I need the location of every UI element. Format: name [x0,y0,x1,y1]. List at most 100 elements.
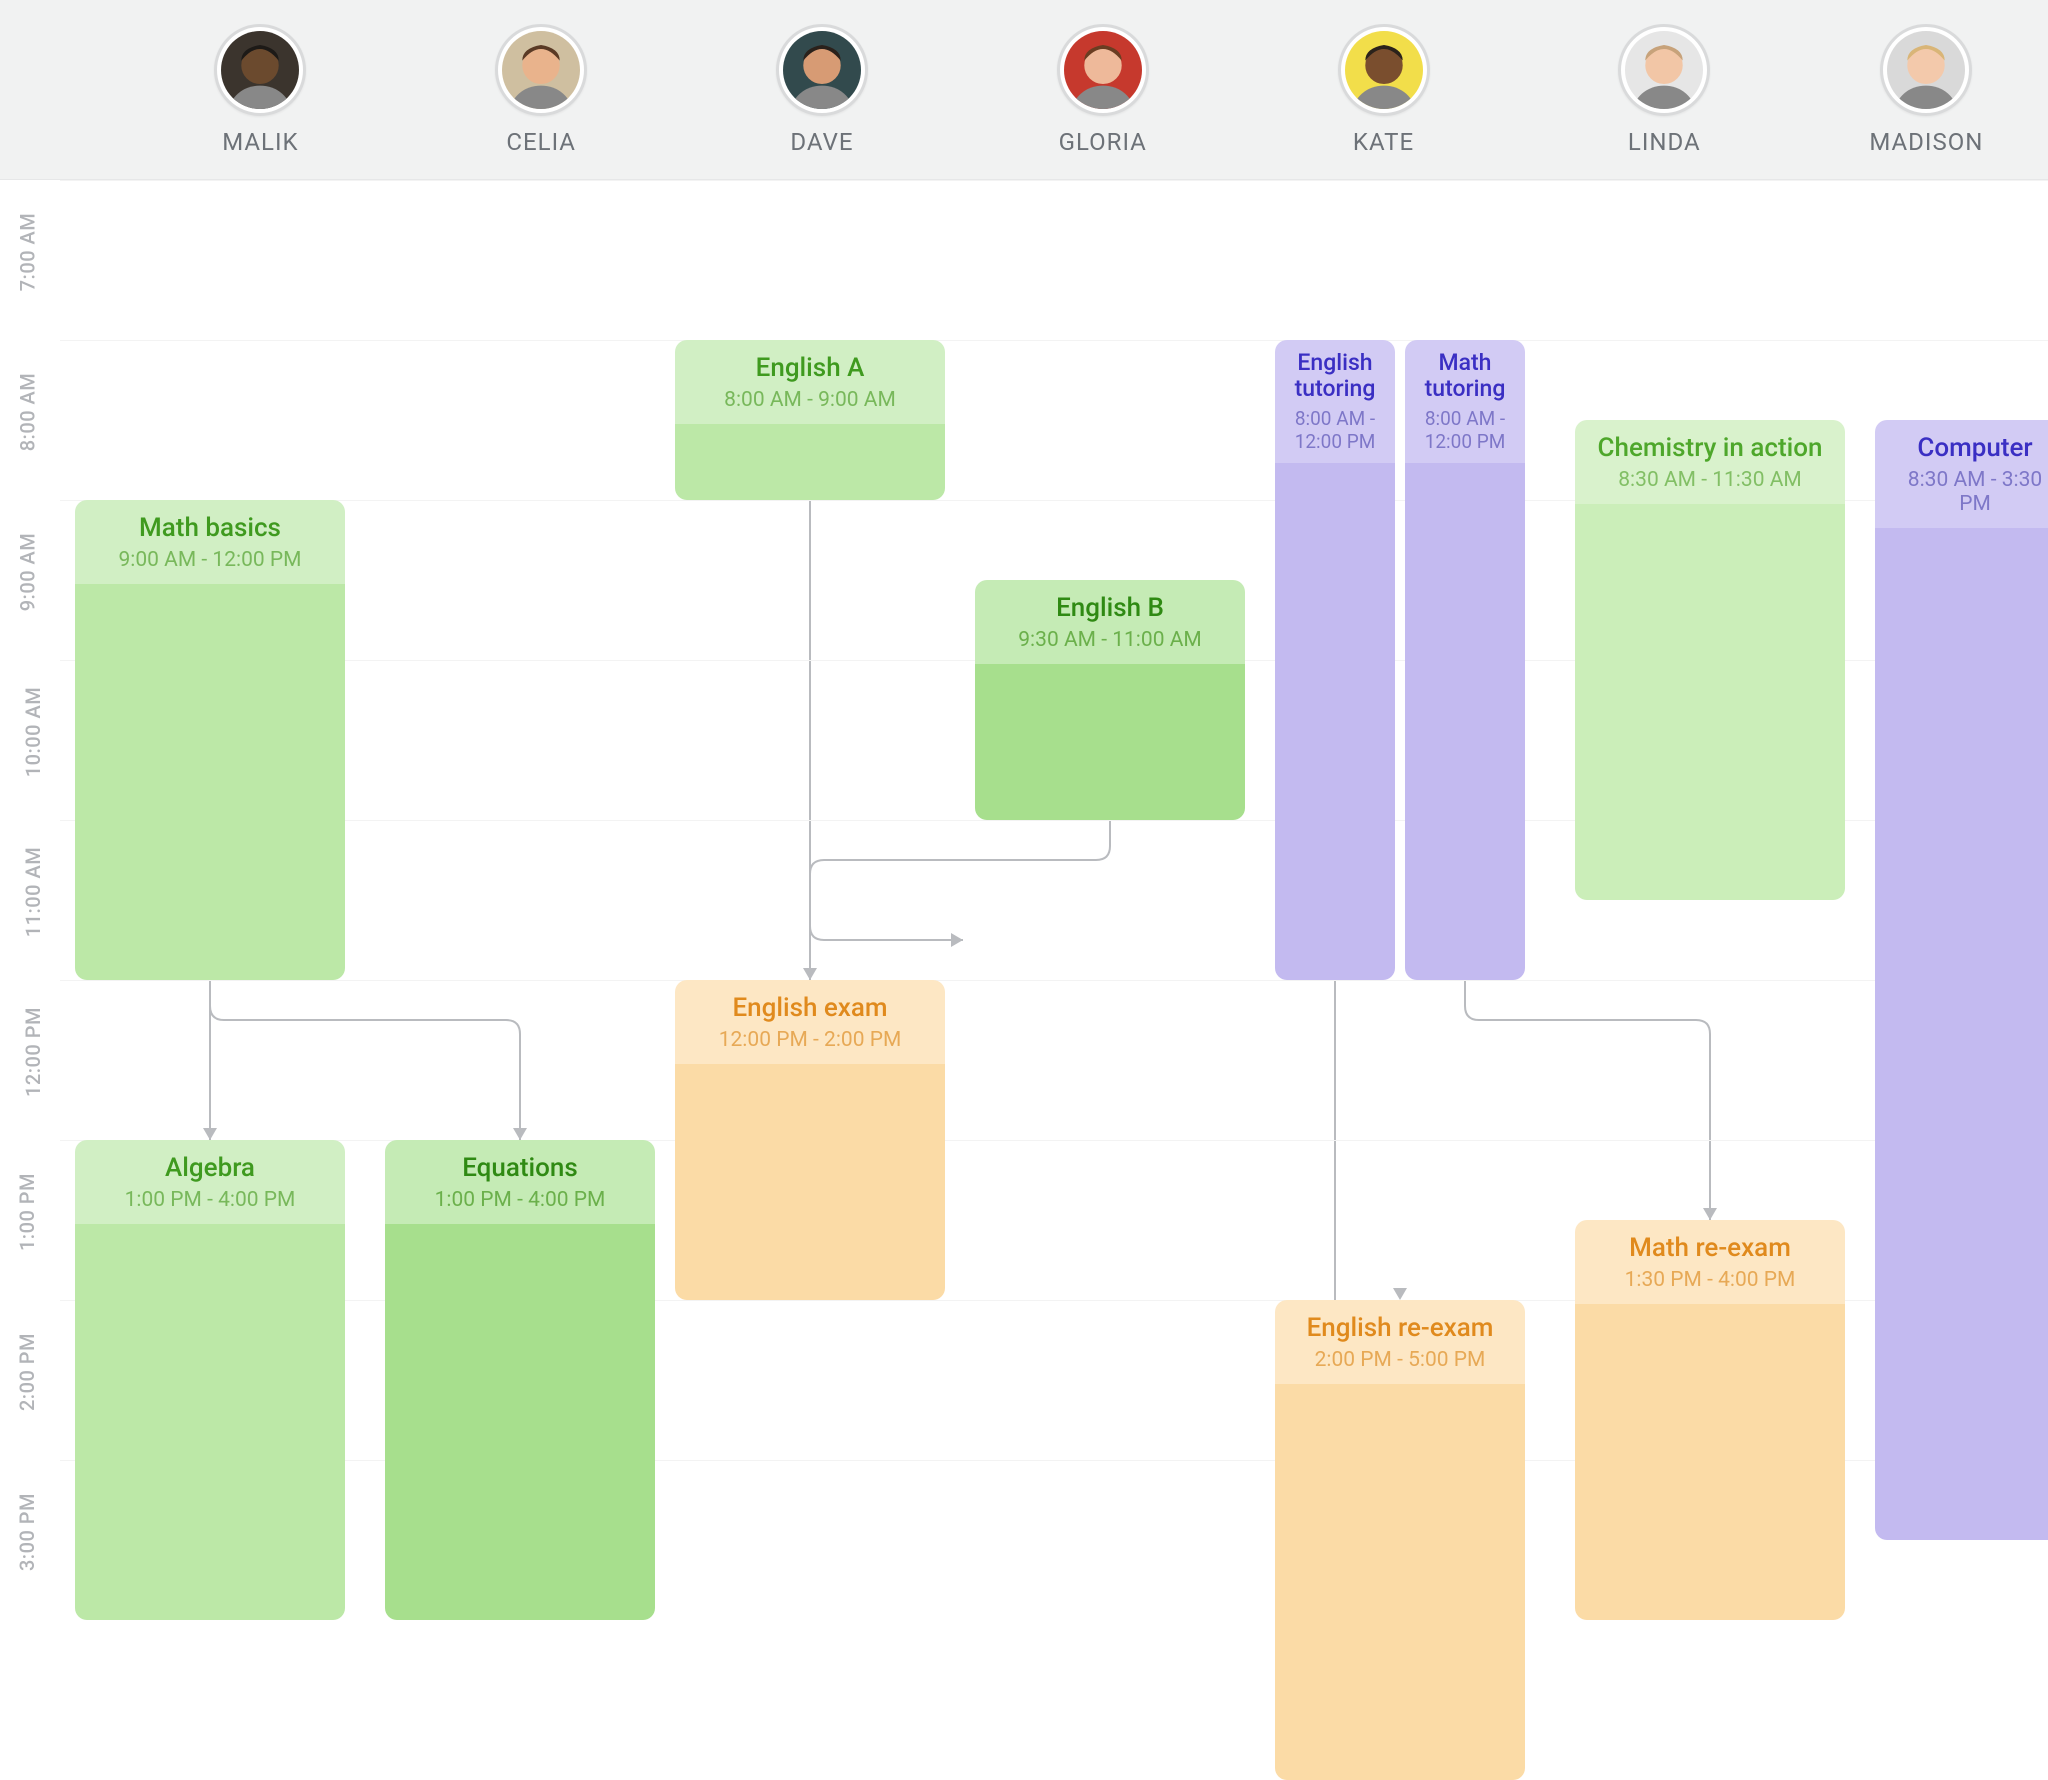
connector-arrowhead [951,933,963,947]
event-header: Math basics 9:00 AM - 12:00 PM [75,500,345,584]
event-header: Math re-exam 1:30 PM - 4:00 PM [1575,1220,1845,1304]
calendar-grid: 7:00 AM8:00 AM9:00 AM10:00 AM11:00 AM12:… [0,180,2048,1536]
event-body [1275,463,1395,980]
event-body [75,1224,345,1620]
event-header: English B9:30 AM - 11:00 AM [975,580,1245,664]
person-celia[interactable]: CELIA [401,24,682,156]
event-title: Algebra [91,1154,329,1184]
connector [810,500,963,940]
event-body [385,1224,655,1620]
event-time: 8:30 AM - 11:30 AM [1591,468,1829,492]
event-time: 1:30 PM - 4:00 PM [1591,1268,1829,1292]
avatar-ring [776,24,868,116]
event-header: Chemistry in action 8:30 AM - 11:30 AM [1575,420,1845,504]
event-title: English exam [691,994,929,1024]
avatar-ring [1057,24,1149,116]
person-dave[interactable]: DAVE [682,24,963,156]
avatar [502,31,580,109]
event-body [1875,528,2048,1540]
event-math-basics[interactable]: Math basics 9:00 AM - 12:00 PM [75,500,345,980]
event-title: Math basics [91,514,329,544]
event-english-exam[interactable]: English exam 12:00 PM - 2:00 PM [675,980,945,1300]
person-name: MADISON [1869,128,1983,156]
hour-gridline [60,340,2048,341]
connector-arrowhead [803,968,817,980]
event-chem-action[interactable]: Chemistry in action 8:30 AM - 11:30 AM [1575,420,1845,900]
avatar [221,31,299,109]
person-madison[interactable]: MADISON [1805,24,2048,156]
event-title: Math re-exam [1591,1234,1829,1264]
event-time: 2:00 PM - 5:00 PM [1291,1348,1509,1372]
event-time: 12:00 PM - 2:00 PM [691,1028,929,1052]
person-linda[interactable]: LINDA [1524,24,1805,156]
hour-gridline [60,180,2048,181]
event-time: 1:00 PM - 4:00 PM [401,1188,639,1212]
avatar [1887,31,1965,109]
time-label: 2:00 PM [15,1333,39,1411]
event-body [75,584,345,980]
event-time: 8:00 AM - 12:00 PM [1413,407,1517,453]
avatar-ring [1618,24,1710,116]
event-body [975,664,1245,820]
event-title: English re-exam [1291,1314,1509,1344]
person-gloria[interactable]: GLORIA [962,24,1243,156]
avatar-ring [495,24,587,116]
event-english-a[interactable]: English A 8:00 AM - 9:00 AM [675,340,945,500]
event-body [1575,504,1845,900]
event-computer[interactable]: Computer 8:30 AM - 3:30 PM [1875,420,2048,1540]
event-title: English A [691,354,929,384]
event-title: Computer [1891,434,2048,464]
event-body [675,1064,945,1300]
event-time: 8:30 AM - 3:30 PM [1891,468,2048,516]
connector [1465,980,1710,1220]
event-header: English re-exam 2:00 PM - 5:00 PM [1275,1300,1525,1384]
connector-arrowhead [1703,1208,1717,1220]
event-header: English A 8:00 AM - 9:00 AM [675,340,945,424]
event-title: English B [991,594,1229,624]
person-name: DAVE [790,128,853,156]
event-algebra[interactable]: Algebra 1:00 PM - 4:00 PM [75,1140,345,1620]
connector [810,820,1110,980]
avatar-ring [1338,24,1430,116]
connector-arrowhead [513,1128,527,1140]
avatar [783,31,861,109]
event-header: English exam 12:00 PM - 2:00 PM [675,980,945,1064]
event-eng-reexam[interactable]: English re-exam 2:00 PM - 5:00 PM [1275,1300,1525,1780]
event-header: Math tutoring8:00 AM - 12:00 PM [1405,340,1525,463]
event-math-tutoring[interactable]: Math tutoring8:00 AM - 12:00 PM [1405,340,1525,980]
time-label: 10:00 AM [21,687,45,777]
event-header: Equations1:00 PM - 4:00 PM [385,1140,655,1224]
time-label: 1:00 PM [15,1173,39,1251]
time-label: 3:00 PM [15,1493,39,1571]
avatar [1625,31,1703,109]
event-time: 1:00 PM - 4:00 PM [91,1188,329,1212]
event-time: 9:00 AM - 12:00 PM [91,548,329,572]
person-kate[interactable]: KATE [1243,24,1524,156]
event-header: Computer 8:30 AM - 3:30 PM [1875,420,2048,528]
time-label: 12:00 PM [21,1007,45,1097]
person-name: MALIK [222,128,298,156]
avatar [1345,31,1423,109]
event-time: 8:00 AM - 9:00 AM [691,388,929,412]
hour-gridline [60,980,2048,981]
event-title: English tutoring [1283,350,1387,403]
event-title: Math tutoring [1413,350,1517,403]
people-header: MALIK CELIA DAVE GLORIA [0,0,2048,180]
event-eng-tutoring[interactable]: English tutoring8:00 AM - 12:00 PM [1275,340,1395,980]
time-label: 9:00 AM [15,533,39,612]
event-title: Chemistry in action [1591,434,1829,464]
event-time: 8:00 AM - 12:00 PM [1283,407,1387,453]
avatar [1064,31,1142,109]
event-body [1275,1384,1525,1780]
event-header: Algebra 1:00 PM - 4:00 PM [75,1140,345,1224]
event-body [675,424,945,500]
event-equations[interactable]: Equations1:00 PM - 4:00 PM [385,1140,655,1620]
person-name: GLORIA [1059,128,1147,156]
connector-arrowhead [203,1128,217,1140]
event-english-b[interactable]: English B9:30 AM - 11:00 AM [975,580,1245,820]
event-math-reexam[interactable]: Math re-exam 1:30 PM - 4:00 PM [1575,1220,1845,1620]
time-label: 8:00 AM [15,373,39,452]
event-body [1575,1304,1845,1620]
person-malik[interactable]: MALIK [120,24,401,156]
avatar-ring [1880,24,1972,116]
